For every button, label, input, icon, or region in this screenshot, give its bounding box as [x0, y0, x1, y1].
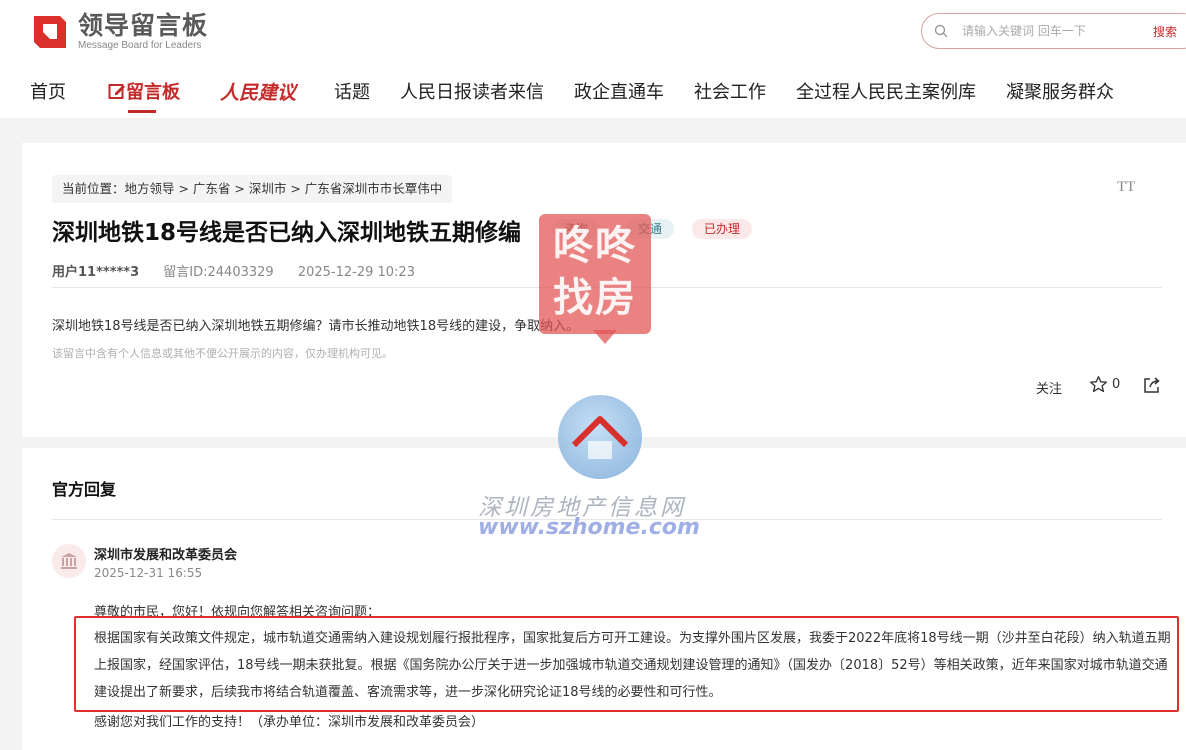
font-size-icon[interactable]: TT	[1117, 179, 1135, 196]
star-count: 0	[1112, 377, 1121, 392]
nav-message-board[interactable]: 留言板	[108, 78, 180, 104]
watermark-badge: 咚咚 找房	[539, 214, 651, 334]
star-button[interactable]: 0	[1089, 375, 1120, 394]
message-meta: 用户11*****3 留言ID:24403329 2025-12-29 10:2…	[52, 261, 435, 280]
share-icon	[1144, 377, 1160, 393]
watermark-site-url: www.szhome.com	[478, 515, 700, 540]
logo-title: 领导留言板	[78, 11, 209, 40]
official-reply-title: 官方回复	[52, 480, 117, 499]
reply-time: 2025-12-31 16:55	[94, 566, 203, 580]
main-nav: 首页 留言板 人民建议 话题 人民日报读者来信 政企直通车 社会工作 全过程人民…	[0, 72, 1186, 113]
message-title: 深圳地铁18号线是否已纳入深圳地铁五期修编	[52, 220, 522, 246]
search-button[interactable]: 搜索	[1153, 23, 1177, 40]
search-box: 搜索	[921, 13, 1186, 49]
logo-mark-icon	[30, 12, 70, 52]
star-icon	[1090, 376, 1107, 393]
nav-democracy-cases[interactable]: 全过程人民民主案例库	[796, 78, 976, 104]
nav-active-underline	[128, 110, 156, 113]
nav-serve-masses[interactable]: 凝聚服务群众	[1006, 78, 1114, 104]
message-id: 留言ID:24403329	[163, 265, 274, 280]
privacy-note: 该留言中含有个人信息或其他不便公开展示的内容，仅办理机构可见。	[52, 347, 393, 360]
watermark-logo-icon	[558, 395, 642, 479]
breadcrumb: 当前位置：地方领导 > 广东省 > 深圳市 > 广东省深圳市市长覃伟中	[52, 175, 453, 203]
message-content: 深圳地铁18号线是否已纳入深圳地铁五期修编？请市长推动地铁18号线的建设，争取纳…	[52, 319, 580, 334]
watermark-line2: 找房	[553, 275, 637, 321]
site-logo[interactable]: 领导留言板 Message Board for Leaders	[30, 12, 208, 52]
government-building-icon	[61, 553, 77, 569]
logo-subtitle: Message Board for Leaders	[78, 40, 202, 51]
nav-social-work[interactable]: 社会工作	[694, 78, 766, 104]
nav-readers-letters[interactable]: 人民日报读者来信	[400, 78, 544, 104]
edit-icon	[108, 84, 125, 99]
nav-enterprise-express[interactable]: 政企直通车	[574, 78, 664, 104]
watermark-line1: 咚咚	[553, 223, 637, 269]
nav-message-board-label: 留言板	[126, 82, 180, 103]
message-user: 用户11*****3	[52, 265, 140, 280]
message-datetime: 2025-12-29 10:23	[297, 265, 415, 280]
status-badge: 已办理	[692, 219, 753, 239]
top-header: 领导留言板 Message Board for Leaders 搜索 首页 留言…	[0, 0, 1186, 118]
follow-button[interactable]: 关注	[1036, 378, 1062, 397]
nav-home[interactable]: 首页	[30, 78, 66, 104]
reply-thanks: 感谢您对我们工作的支持！（承办单位：深圳市发展和改革委员会）	[94, 715, 485, 730]
highlight-box	[74, 616, 1179, 712]
share-button[interactable]	[1143, 376, 1161, 398]
nav-topics[interactable]: 话题	[334, 78, 370, 104]
nav-peoples-suggestion[interactable]: 人民建议	[220, 78, 296, 105]
watermark-pointer	[593, 330, 617, 344]
search-icon	[934, 24, 948, 38]
avatar	[52, 544, 86, 578]
search-input[interactable]	[962, 24, 1142, 38]
reply-org-name: 深圳市发展和改革委员会	[94, 548, 238, 563]
